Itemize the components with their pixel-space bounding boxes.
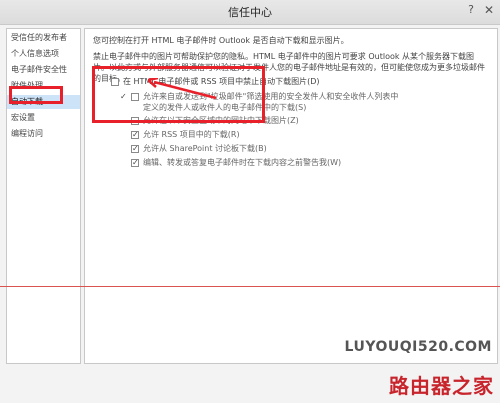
title-bar: 信任中心 ? ✕ [0, 0, 500, 25]
option-label: 编辑、转发或答复电子邮件时在下载内容之前警告我(W) [143, 158, 342, 167]
sidebar-item-privacy-options[interactable]: 个人信息选项 [7, 47, 80, 61]
sidebar: 受信任的发布者 个人信息选项 电子邮件安全性 附件处理 自动下载 宏设置 编程访… [6, 28, 81, 364]
close-button[interactable]: ✕ [480, 1, 498, 19]
option-warn-before-download[interactable]: 编辑、转发或答复电子邮件时在下载内容之前警告我(W) [131, 157, 341, 168]
watermark-brand: 路由器之家 [389, 374, 494, 398]
help-button[interactable]: ? [464, 3, 478, 16]
horizontal-guide-line [0, 286, 500, 287]
sidebar-item-programmatic-access[interactable]: 编程访问 [7, 127, 80, 141]
checkbox-sharepoint[interactable] [131, 143, 139, 154]
sidebar-highlight-annotation [9, 86, 63, 104]
sidebar-item-macro-settings[interactable]: 宏设置 [7, 111, 80, 125]
sidebar-item-trusted-publishers[interactable]: 受信任的发布者 [7, 31, 80, 45]
option-sharepoint[interactable]: 允许从 SharePoint 讨论板下载(B) [131, 143, 267, 154]
checkbox-rss[interactable] [131, 129, 139, 140]
option-label: 允许 RSS 项目中的下载(R) [143, 130, 240, 139]
option-rss[interactable]: 允许 RSS 项目中的下载(R) [131, 129, 240, 140]
checkbox-warn-before-download[interactable] [131, 157, 139, 168]
sidebar-item-email-security[interactable]: 电子邮件安全性 [7, 63, 80, 77]
arrow-annotation-icon [148, 78, 217, 100]
option-label: 允许从 SharePoint 讨论板下载(B) [143, 144, 267, 153]
watermark-site: LUYOUQI520.COM [344, 339, 492, 355]
intro-text: 您可控制在打开 HTML 电子邮件时 Outlook 是否自动下载和显示图片。 [93, 36, 349, 45]
window-title: 信任中心 [228, 6, 272, 19]
